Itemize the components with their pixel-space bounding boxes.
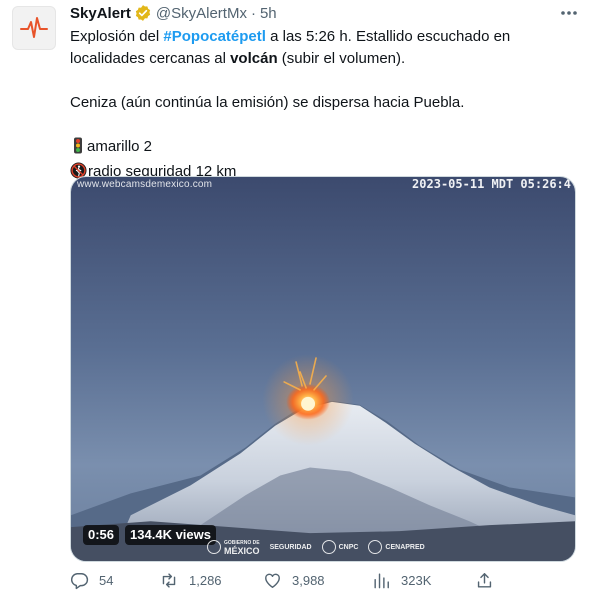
video-duration-badge: 0:56 — [83, 525, 120, 545]
heartbeat-pulse-icon — [20, 17, 48, 38]
tweet-header: SkyAlert @SkyAlertMx · 5h — [70, 3, 277, 23]
gobierno-label: MÉXICO — [224, 546, 260, 556]
tweet-timestamp[interactable]: 5h — [260, 5, 277, 22]
view-count: 323K — [401, 573, 432, 588]
video-badges: 0:56 134.4K views — [83, 525, 216, 545]
reply-count: 54 — [99, 573, 114, 588]
video-player[interactable]: www.webcamsdemexico.com 2023-05-11 MDT 0… — [70, 176, 576, 562]
tweet-actions: 54 1,286 3,988 323K — [70, 571, 520, 595]
tweet-paragraph-1: Explosión del #Popocatépetl a las 5:26 h… — [70, 26, 580, 70]
seguridad-label: SEGURIDAD — [269, 543, 312, 551]
author-name[interactable]: SkyAlert — [70, 5, 131, 22]
webcam-timestamp-watermark: 2023-05-11 MDT 05:26:4 — [412, 177, 571, 191]
more-options-button[interactable] — [559, 4, 579, 22]
cenapred-seal-icon — [368, 540, 383, 554]
more-dots-icon — [561, 11, 577, 15]
seguridad-logo: SEGURIDAD — [270, 544, 312, 551]
cnpc-label: CNPC — [338, 543, 359, 551]
reply-button[interactable]: 54 — [70, 571, 113, 590]
cnpc-logo: CNPC — [321, 540, 359, 554]
retweet-icon — [162, 573, 176, 588]
retweet-count: 1,286 — [189, 573, 222, 588]
tweet-text: Explosión del #Popocatépetl a las 5:26 h… — [70, 26, 580, 186]
share-button[interactable] — [475, 571, 494, 590]
gobierno-mexico-logo: GOBIERNO DE MÉXICO — [207, 539, 260, 556]
webcam-site-watermark: www.webcamsdemexico.com — [77, 179, 213, 190]
retweet-button[interactable]: 1,286 — [159, 571, 222, 590]
header-separator: · — [250, 4, 256, 22]
reply-icon — [70, 573, 89, 590]
institution-logos: GOBIERNO DE MÉXICO SEGURIDAD CNPC CENAPR… — [207, 539, 425, 556]
avatar[interactable] — [12, 6, 56, 50]
tweet[interactable]: SkyAlert @SkyAlertMx · 5h Explosión del … — [0, 0, 593, 599]
analytics-bars-icon — [374, 573, 389, 589]
bold-word: volcán — [230, 50, 278, 67]
views-button[interactable]: 323K — [372, 571, 431, 590]
tweet-paragraph-2: Ceniza (aún continúa la emisión) se disp… — [70, 94, 465, 111]
video-views-badge: 134.4K views — [125, 525, 216, 545]
alert-level-text: amarillo 2 — [87, 138, 153, 155]
cnpc-seal-icon — [321, 540, 336, 554]
hashtag-link[interactable]: #Popocatépetl — [163, 28, 266, 45]
text-segment: (subir el volumen). — [277, 50, 406, 67]
cenapred-logo: CENAPRED — [368, 540, 425, 554]
cenapred-label: CENAPRED — [385, 543, 425, 551]
like-button[interactable]: 3,988 — [263, 571, 325, 590]
text-segment: Explosión del — [70, 28, 164, 45]
mexico-seal-icon — [207, 540, 221, 554]
like-count: 3,988 — [292, 573, 325, 588]
volcano-video-frame — [71, 177, 575, 561]
heart-icon — [265, 573, 280, 588]
verified-badge-icon[interactable] — [134, 4, 152, 22]
alert-level-line: amarillo 2 — [70, 136, 580, 161]
share-upload-icon — [477, 573, 492, 588]
author-handle[interactable]: @SkyAlertMx — [156, 5, 247, 22]
traffic-light-icon — [70, 137, 86, 161]
